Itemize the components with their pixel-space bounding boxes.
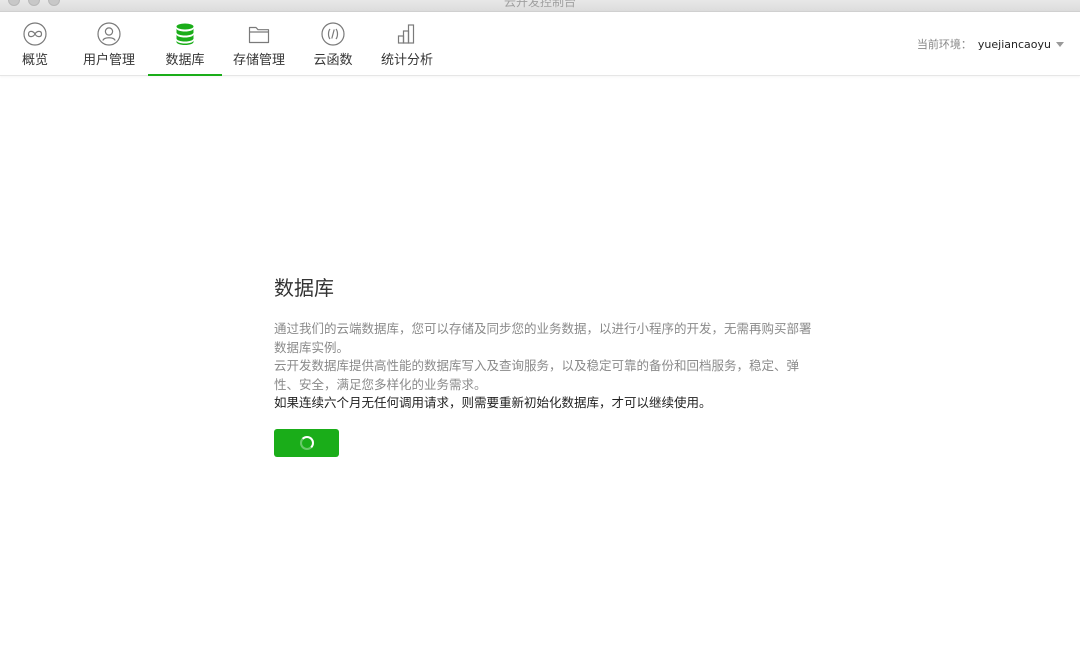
- environment-selector[interactable]: 当前环境： yuejiancaoyu: [917, 36, 1064, 52]
- nav-tabs: 概览 用户管理 数据库 存储管理 云函数 统计分析: [0, 12, 444, 76]
- database-intro-panel: 数据库 通过我们的云端数据库，您可以存储及同步您的业务数据，以进行小程序的开发，…: [274, 274, 814, 457]
- tab-database[interactable]: 数据库: [148, 12, 222, 76]
- tab-label: 用户管理: [82, 53, 135, 68]
- tab-cloud-functions[interactable]: 云函数: [296, 12, 370, 76]
- bar-chart-icon: [397, 24, 415, 44]
- environment-label: 当前环境：: [916, 38, 972, 51]
- user-icon: [97, 22, 121, 46]
- chevron-down-icon[interactable]: [1056, 42, 1064, 47]
- tab-storage[interactable]: 存储管理: [222, 12, 296, 76]
- tab-label: 统计分析: [380, 53, 433, 68]
- loading-spinner-icon: [299, 435, 314, 450]
- window-titlebar: 云开发控制台: [0, 0, 1080, 12]
- description: 通过我们的云端数据库，您可以存储及同步您的业务数据，以进行小程序的开发，无需再购…: [274, 320, 814, 413]
- folder-icon: [248, 26, 270, 44]
- init-database-button[interactable]: [274, 428, 339, 457]
- tab-analytics[interactable]: 统计分析: [370, 12, 444, 76]
- tab-label: 云函数: [313, 53, 353, 68]
- tab-overview[interactable]: 概览: [0, 12, 70, 76]
- tab-label: 数据库: [165, 53, 205, 68]
- description-paragraph-1: 通过我们的云端数据库，您可以存储及同步您的业务数据，以进行小程序的开发，无需再购…: [274, 321, 812, 355]
- function-icon: [321, 22, 345, 46]
- environment-value[interactable]: yuejiancaoyu: [978, 38, 1051, 51]
- tab-label: 概览: [21, 53, 48, 68]
- inactivity-warning: 如果连续六个月无任何调用请求，则需要重新初始化数据库，才可以继续使用。: [274, 395, 712, 410]
- page-title: 数据库: [274, 276, 334, 300]
- database-icon: [176, 23, 194, 45]
- description-paragraph-2: 云开发数据库提供高性能的数据库写入及查询服务，以及稳定可靠的备份和回档服务，稳定…: [274, 358, 800, 392]
- infinity-icon: [23, 22, 47, 46]
- window-title: 云开发控制台: [503, 0, 576, 9]
- top-toolbar: 概览 用户管理 数据库 存储管理 云函数 统计分析 当前环境： yuejianc…: [0, 12, 1080, 76]
- tab-user-management[interactable]: 用户管理: [70, 12, 148, 76]
- tab-label: 存储管理: [232, 53, 285, 68]
